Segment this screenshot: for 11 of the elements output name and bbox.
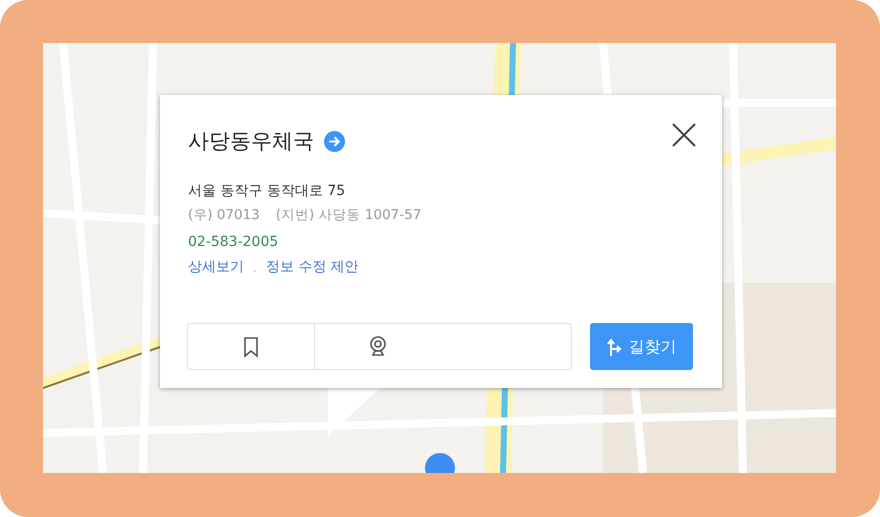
directions-button[interactable]: 길찾기 [590,323,693,370]
place-title: 사당동우체국 [188,128,314,155]
separator-dot: . [253,260,257,276]
lot-address-text: (지번) 사당동 1007-57 [276,206,422,225]
phone-number[interactable]: 02-583-2005 [188,227,694,257]
close-button[interactable] [670,121,698,149]
route-icon [606,336,622,356]
info-link[interactable]: 정보 수정 제안 [266,257,359,278]
info-link[interactable]: 상세보기 [188,257,244,278]
address-text: 서울 동작구 동작대로 75 [188,182,346,201]
postal-code-text: (우) 07013 [188,206,260,225]
